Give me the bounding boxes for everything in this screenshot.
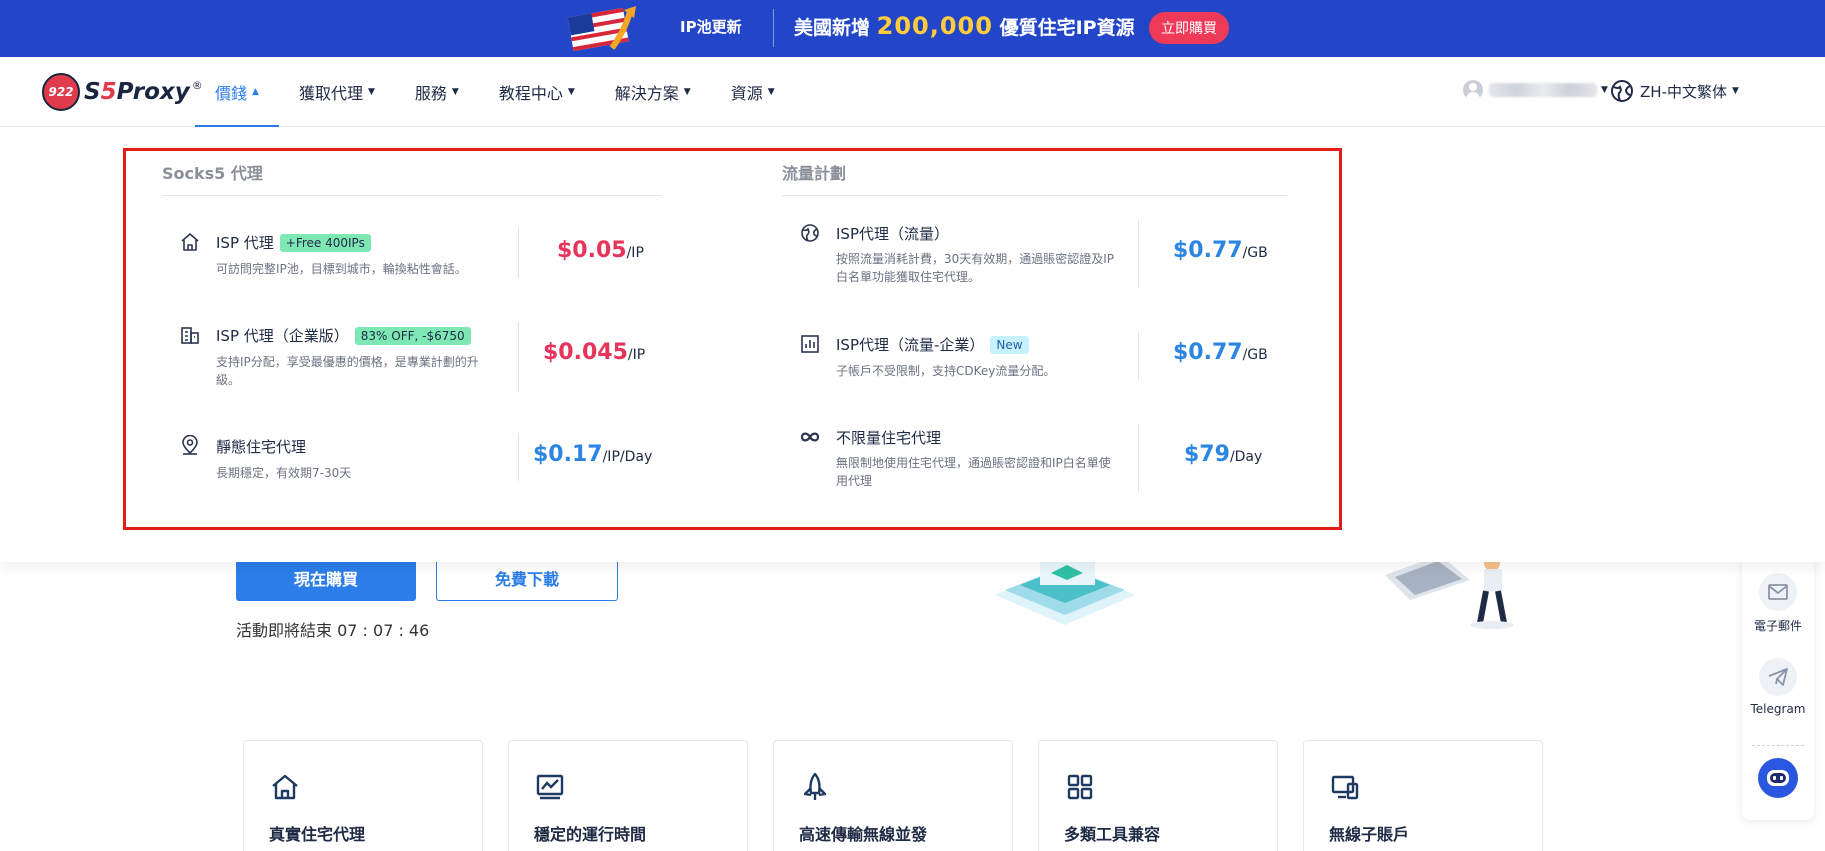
row-divider: [518, 228, 519, 278]
banner-divider: [773, 9, 774, 47]
row-divider: [518, 322, 519, 392]
language-selector[interactable]: ZH-中文繁体 ▼: [1610, 79, 1739, 103]
plan-name: 不限量住宅代理: [836, 429, 942, 447]
promo-badge: +Free 400IPs: [279, 234, 371, 252]
promo-banner[interactable]: IP池更新 美國新增 200,000 優質住宅IP資源 立即購買: [0, 0, 1825, 57]
plan-description: 長期穩定，有效期7-30天: [216, 466, 352, 480]
plan-name: 靜態住宅代理: [216, 438, 307, 456]
row-divider: [1138, 220, 1139, 288]
server-illustration: [995, 555, 1135, 625]
caret-down-icon: ▼: [367, 87, 375, 97]
menu-item-solutions[interactable]: 解決方案 ▼: [615, 57, 691, 127]
plan-description: 子帳戶不受限制，支持CDKey流量分配。: [836, 364, 1056, 378]
registered-mark: ®: [191, 78, 203, 92]
menu-item-services[interactable]: 服務 ▼: [415, 57, 459, 127]
row-divider: [1138, 424, 1139, 492]
feature-card: 多類工具兼容: [1038, 740, 1278, 851]
plan-price: $0.05/IP: [557, 238, 644, 263]
email-icon: [1759, 573, 1797, 611]
feature-card: 真實住宅代理: [243, 740, 483, 851]
menu-item-pricing[interactable]: 價錢 ▲: [195, 57, 279, 127]
banner-number: 200,000: [876, 12, 993, 40]
telegram-label: Telegram: [1750, 702, 1806, 716]
banner-headline: 美國新增 200,000 優質住宅IP資源: [794, 12, 1135, 40]
feature-title: 無線子賬戶: [1329, 825, 1410, 844]
plan-price: $0.045/IP: [543, 340, 646, 365]
us-flag-icon: [567, 6, 636, 52]
feature-title: 多類工具兼容: [1064, 825, 1161, 844]
person-illustration: [1385, 555, 1514, 629]
caret-down-icon: ▼: [767, 87, 775, 97]
infinity-icon: [800, 432, 820, 442]
promo-badge: 83% OFF, -$6750: [354, 327, 471, 345]
feature-title: 高速傳輸無線並發: [799, 825, 928, 844]
row-divider: [1138, 332, 1139, 380]
user-menu[interactable]: ▼: [1463, 80, 1608, 100]
banner-tag: IP池更新: [680, 18, 742, 36]
line-chart-icon: [536, 774, 564, 800]
grid-icon: [1067, 774, 1093, 800]
menu-item-get-proxy[interactable]: 獲取代理 ▼: [299, 57, 375, 127]
menu-item-tutorials[interactable]: 教程中心 ▼: [499, 57, 575, 127]
bar-chart-icon: [801, 335, 819, 353]
feature-title: 穩定的運行時間: [534, 825, 647, 844]
devices-icon: [1331, 775, 1359, 800]
plan-description: 支持IP分配，享受最優惠的價格，是專業計劃的升級。: [216, 355, 479, 387]
caret-down-icon: ▼: [567, 87, 575, 97]
plan-name: ISP代理（流量）: [836, 225, 949, 243]
caret-up-icon: ▲: [252, 87, 259, 97]
plan-name: ISP 代理 +Free 400IPs: [216, 232, 371, 253]
socks5-section-title: Socks5 代理: [162, 164, 263, 183]
caret-down-icon: ▼: [683, 87, 691, 97]
avatar: [1463, 80, 1483, 100]
plan-price: $79/Day: [1184, 442, 1263, 467]
menu-item-resources[interactable]: 資源 ▼: [731, 57, 775, 127]
home-icon: [181, 233, 199, 251]
caret-down-icon: ▼: [1601, 85, 1608, 95]
section-divider: [162, 195, 662, 196]
caret-down-icon: ▼: [1731, 86, 1739, 96]
telegram-contact[interactable]: Telegram: [1742, 658, 1814, 716]
globe-icon: [1611, 80, 1633, 102]
rocket-icon: [803, 772, 827, 800]
location-pin-icon: [182, 435, 198, 455]
countdown-text: 活動即將結束 07 : 07 : 46: [236, 621, 430, 640]
feature-card: 高速傳輸無線並發: [773, 740, 1013, 851]
new-badge: New: [990, 336, 1029, 354]
plan-price: $0.77/GB: [1173, 238, 1268, 263]
feature-card: 無線子賬戶: [1303, 740, 1543, 851]
plan-price: $0.17/IP/Day: [533, 442, 653, 467]
traffic-section-title: 流量計劃: [782, 164, 847, 183]
home-icon: [272, 774, 298, 800]
telegram-icon: [1759, 658, 1797, 696]
plan-name: ISP代理（流量-企業） New: [836, 334, 1029, 355]
plan-price: $0.77/GB: [1173, 340, 1268, 365]
sidebar-divider: [1752, 745, 1804, 746]
logo[interactable]: 922 S5Proxy ®: [42, 73, 203, 111]
contact-sidebar: 電子郵件 Telegram: [1742, 555, 1814, 820]
top-navigation: 922 S5Proxy ® 價錢 ▲ 獲取代理 ▼ 服務 ▼ 教程中心 ▼ 解決方案 ▼ …: [0, 57, 1825, 127]
chatbot-icon[interactable]: [1758, 758, 1798, 798]
email-label: 電子郵件: [1753, 619, 1802, 633]
email-contact[interactable]: 電子郵件: [1742, 573, 1814, 634]
logo-text: S5Proxy: [84, 79, 190, 105]
banner-buy-button[interactable]: 立即購買: [1149, 12, 1229, 44]
plan-name: ISP 代理（企業版） 83% OFF, -$6750: [216, 325, 471, 346]
plan-description: 可訪問完整IP池，目標到城市，輪換粘性會話。: [216, 262, 467, 276]
logo-badge: 922: [42, 73, 80, 111]
section-divider: [782, 195, 1287, 196]
feature-title: 真實住宅代理: [269, 825, 366, 844]
building-icon: [181, 327, 199, 344]
feature-cards: 真實住宅代理 穩定的運行時間 高速傳輸無線並發 多類工具兼容 無線子賬戶: [243, 740, 1568, 851]
plan-description: 按照流量消耗計費，30天有效期，通過賬密認證及IP白名單功能獲取住宅代理。: [836, 252, 1115, 284]
username-blurred: [1489, 83, 1597, 97]
plan-description: 無限制地使用住宅代理，通過賬密認證和IP白名單使用代理: [836, 456, 1111, 488]
caret-down-icon: ▼: [451, 87, 459, 97]
globe-icon: [801, 224, 819, 242]
feature-card: 穩定的運行時間: [508, 740, 748, 851]
main-menu: 價錢 ▲ 獲取代理 ▼ 服務 ▼ 教程中心 ▼ 解決方案 ▼ 資源 ▼: [195, 57, 815, 127]
row-divider: [518, 433, 519, 481]
